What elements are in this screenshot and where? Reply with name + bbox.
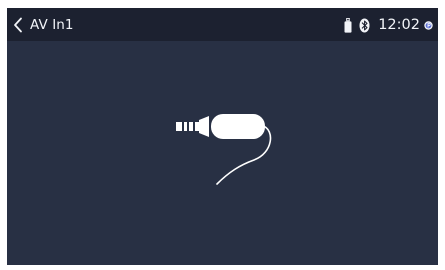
av-input-screen: AV In1 12:02	[7, 8, 438, 265]
av-plug-cable-icon	[176, 114, 272, 185]
